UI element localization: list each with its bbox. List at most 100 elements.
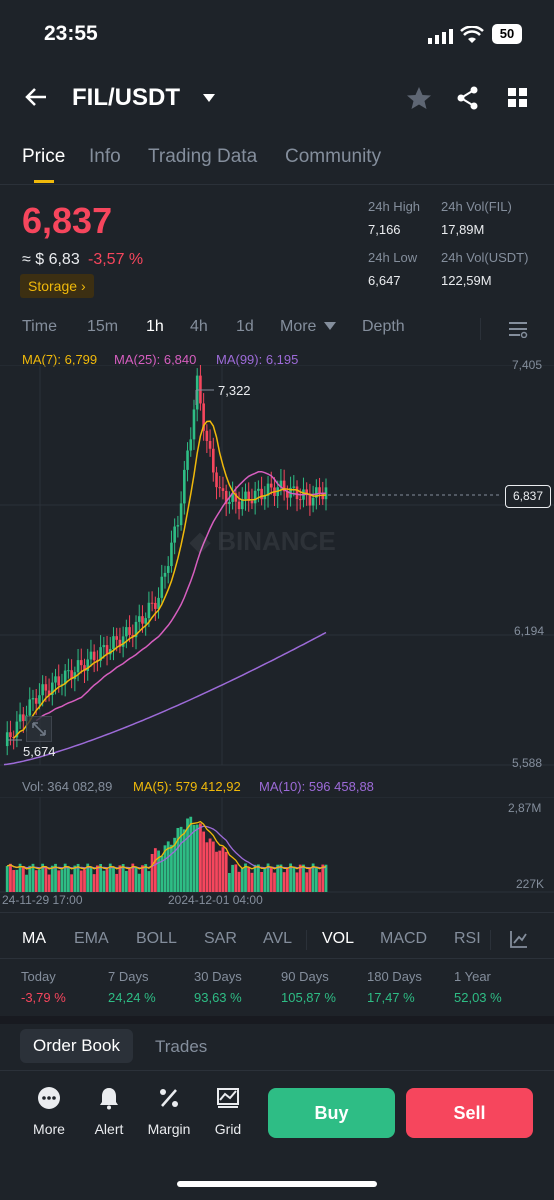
- volume-bar: [57, 870, 61, 892]
- margin-label: Margin: [147, 1121, 191, 1137]
- candle-body: [31, 698, 35, 700]
- volume-bar: [273, 872, 276, 892]
- volume-bar: [192, 824, 196, 892]
- interval-time[interactable]: Time: [22, 318, 57, 336]
- volume-bar: [83, 869, 86, 892]
- candle-body: [311, 497, 315, 506]
- candle-body: [115, 636, 118, 640]
- candle-body: [257, 488, 260, 491]
- tab-trades[interactable]: Trades: [155, 1037, 207, 1057]
- back-arrow-icon[interactable]: [24, 86, 48, 108]
- volume-bar: [314, 867, 318, 892]
- signal-icon: [428, 29, 453, 44]
- sell-label: Sell: [453, 1102, 486, 1123]
- alert-button[interactable]: Alert: [84, 1086, 134, 1137]
- volume-bar: [105, 869, 109, 892]
- tab-trading-data[interactable]: Trading Data: [148, 146, 257, 168]
- last-price: 6,837: [22, 200, 113, 241]
- interval-depth[interactable]: Depth: [362, 318, 405, 336]
- low-mark: 5,674: [23, 744, 56, 759]
- volume-bar: [237, 871, 241, 892]
- volume-bar: [170, 844, 173, 892]
- volume-chart[interactable]: [0, 797, 554, 894]
- grid-label: Grid: [214, 1121, 242, 1137]
- volume-bar: [260, 872, 263, 892]
- vol-usdt-label: 24h Vol(USDT): [441, 250, 529, 265]
- tab-price[interactable]: Price: [22, 146, 65, 168]
- candle-body: [218, 487, 222, 489]
- interval-1h[interactable]: 1h: [146, 318, 164, 336]
- volume-bar: [285, 867, 289, 892]
- volume-bar: [253, 864, 257, 892]
- candle-body: [298, 499, 302, 501]
- candle-body: [205, 430, 209, 441]
- tab-active-indicator: [34, 180, 54, 183]
- more-label: More: [33, 1121, 65, 1137]
- caret-down-icon[interactable]: [324, 322, 336, 331]
- star-icon[interactable]: [406, 86, 432, 110]
- volume-bar: [182, 829, 186, 892]
- indicator-rsi[interactable]: RSI: [454, 930, 481, 948]
- volume-bar: [18, 863, 22, 892]
- buy-button[interactable]: Buy: [268, 1088, 395, 1138]
- indicator-ma[interactable]: MA: [22, 930, 46, 948]
- grid-menu-icon[interactable]: [508, 88, 528, 108]
- perf-label-90d: 90 Days: [281, 969, 329, 984]
- price-chart[interactable]: ◆ BINANCE: [0, 365, 554, 775]
- perf-value-today: -3,79 %: [21, 990, 66, 1005]
- volume-bar: [112, 866, 115, 892]
- divider: [0, 912, 554, 913]
- share-icon[interactable]: [456, 86, 480, 110]
- chart-settings-icon[interactable]: [508, 320, 528, 338]
- indicator-sar[interactable]: SAR: [204, 930, 237, 948]
- divider: [0, 184, 554, 185]
- candle-body: [144, 618, 147, 624]
- vol-axis-bottom: 227K: [516, 877, 545, 891]
- candle-body: [44, 684, 48, 691]
- tab-order-book[interactable]: Order Book: [20, 1029, 133, 1063]
- volume-bar: [211, 841, 215, 892]
- high-value: 7,166: [368, 222, 401, 237]
- margin-button[interactable]: Margin: [144, 1086, 194, 1137]
- indicator-boll[interactable]: BOLL: [136, 930, 177, 948]
- indicator-avl[interactable]: AVL: [263, 930, 292, 948]
- candle-body: [244, 491, 247, 500]
- grid-button[interactable]: Grid: [203, 1086, 253, 1137]
- caret-down-icon[interactable]: [202, 93, 216, 103]
- candle-body: [186, 450, 189, 470]
- candle-body: [154, 602, 157, 609]
- pair-title[interactable]: FIL/USDT: [72, 84, 180, 112]
- volume-bar: [263, 868, 267, 892]
- indicator-settings-icon[interactable]: [510, 930, 528, 948]
- low-label: 24h Low: [368, 250, 418, 265]
- candle-body: [67, 670, 70, 672]
- tab-info[interactable]: Info: [89, 146, 121, 168]
- current-price-value: 6,837: [512, 489, 544, 503]
- candle-body: [221, 488, 225, 491]
- indicator-macd[interactable]: MACD: [380, 930, 427, 948]
- more-button[interactable]: More: [24, 1086, 74, 1137]
- candle-body: [250, 500, 254, 504]
- candle-body: [79, 660, 83, 666]
- interval-1d[interactable]: 1d: [236, 318, 254, 336]
- vol-ma5: MA(5): 579 412,92: [133, 779, 241, 794]
- expand-icon[interactable]: [26, 716, 52, 742]
- tab-community[interactable]: Community: [285, 146, 381, 168]
- volume-bar: [318, 872, 321, 892]
- status-bar: 23:55 50: [0, 0, 554, 70]
- indicator-vol[interactable]: VOL: [322, 930, 354, 948]
- volume-bar: [28, 865, 32, 892]
- volume-bar: [292, 867, 296, 892]
- volume-bar: [21, 866, 25, 892]
- interval-15m[interactable]: 15m: [87, 318, 118, 336]
- home-indicator: [177, 1181, 377, 1187]
- interval-more[interactable]: More: [280, 318, 316, 336]
- interval-4h[interactable]: 4h: [190, 318, 208, 336]
- storage-tag[interactable]: Storage ›: [20, 274, 94, 298]
- grid-trading-icon: [217, 1088, 239, 1108]
- volume-bar: [89, 866, 93, 892]
- indicator-ema[interactable]: EMA: [74, 930, 109, 948]
- volume-bar: [38, 869, 41, 892]
- axis-top: 7,405: [512, 358, 543, 372]
- sell-button[interactable]: Sell: [406, 1088, 533, 1138]
